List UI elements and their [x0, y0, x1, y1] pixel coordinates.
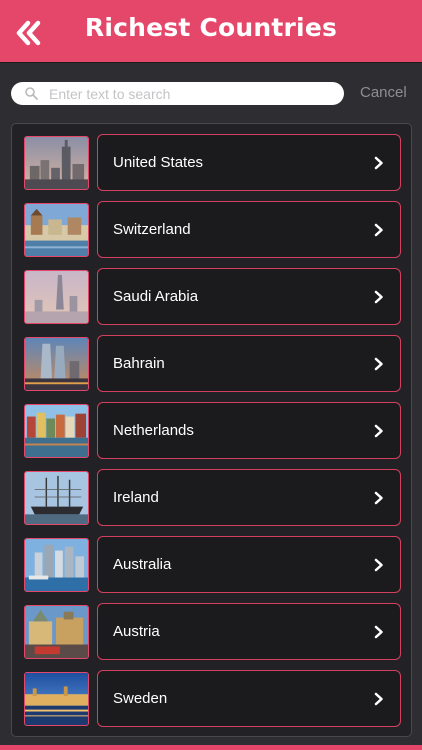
search-field[interactable] — [11, 82, 344, 105]
chevron-right-icon — [374, 424, 383, 438]
australia-thumbnail[interactable] — [24, 538, 89, 592]
country-row-button[interactable]: Netherlands — [97, 402, 401, 459]
list-item: Australia — [12, 536, 413, 593]
country-name: Ireland — [113, 489, 159, 506]
chevron-right-icon — [374, 491, 383, 505]
netherlands-thumbnail[interactable] — [24, 404, 89, 458]
country-name: Saudi Arabia — [113, 288, 199, 305]
app-header: Richest Countries — [0, 0, 422, 63]
list-item: Switzerland — [12, 201, 413, 258]
bottom-accent-bar — [0, 745, 422, 750]
saudi-arabia-thumbnail[interactable] — [24, 270, 89, 324]
list-item: Sweden — [12, 670, 413, 727]
chevron-right-icon — [374, 692, 383, 706]
page-title: Richest Countries — [84, 13, 338, 42]
united-states-thumbnail[interactable] — [24, 136, 89, 190]
list-item: Ireland — [12, 469, 413, 526]
list-item: Netherlands — [12, 402, 413, 459]
cancel-button[interactable]: Cancel — [360, 84, 407, 101]
country-name: United States — [113, 154, 204, 171]
country-row-button[interactable]: Sweden — [97, 670, 401, 727]
switzerland-thumbnail[interactable] — [24, 203, 89, 257]
list-item: Austria — [12, 603, 413, 660]
country-name: Austria — [113, 623, 160, 640]
chevron-right-icon — [374, 223, 383, 237]
chevron-right-icon — [374, 357, 383, 371]
chevron-right-icon — [374, 625, 383, 639]
sweden-thumbnail[interactable] — [24, 672, 89, 726]
country-name: Bahrain — [113, 355, 165, 372]
country-row-button[interactable]: Australia — [97, 536, 401, 593]
country-name: Netherlands — [113, 422, 194, 439]
list-item: Saudi Arabia — [12, 268, 413, 325]
ireland-thumbnail[interactable] — [24, 471, 89, 525]
search-input[interactable] — [49, 84, 334, 103]
country-row-button[interactable]: Bahrain — [97, 335, 401, 392]
country-row-button[interactable]: Saudi Arabia — [97, 268, 401, 325]
chevron-right-icon — [374, 290, 383, 304]
search-bar: Cancel — [0, 63, 422, 123]
list-item: Bahrain — [12, 335, 413, 392]
austria-thumbnail[interactable] — [24, 605, 89, 659]
chevron-right-icon — [374, 156, 383, 170]
country-name: Australia — [113, 556, 172, 573]
country-name: Switzerland — [113, 221, 191, 238]
chevron-right-icon — [374, 558, 383, 572]
bahrain-thumbnail[interactable] — [24, 337, 89, 391]
country-list[interactable]: United States Switzerland Saudi Arabia B… — [11, 123, 412, 737]
country-row-button[interactable]: Switzerland — [97, 201, 401, 258]
country-row-button[interactable]: Austria — [97, 603, 401, 660]
country-row-button[interactable]: Ireland — [97, 469, 401, 526]
search-icon — [25, 87, 38, 100]
country-row-button[interactable]: United States — [97, 134, 401, 191]
country-name: Sweden — [113, 690, 168, 707]
list-item: United States — [12, 134, 413, 191]
